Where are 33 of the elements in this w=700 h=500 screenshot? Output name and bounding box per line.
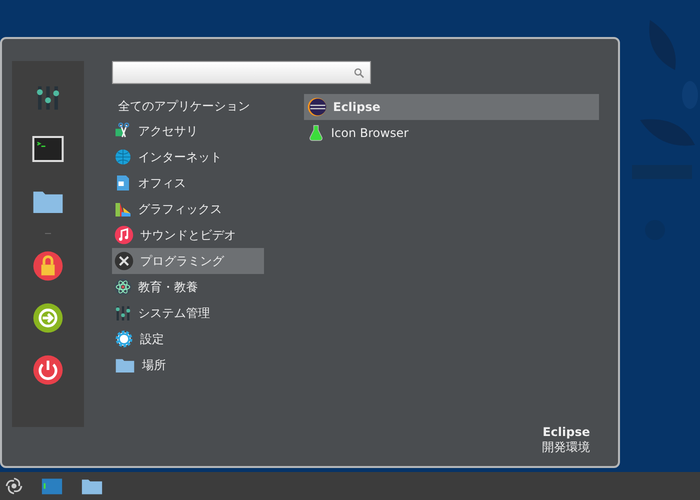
search-icon [353, 66, 365, 78]
terminal-icon [32, 133, 64, 165]
category-item[interactable]: オフィス [112, 170, 264, 196]
menu-icon [4, 476, 24, 496]
category-item[interactable]: 教育・教養 [112, 274, 264, 300]
category-item[interactable]: サウンドとビデオ [112, 222, 264, 248]
globe-icon [114, 148, 132, 166]
graphics-icon [114, 200, 132, 218]
flask-icon [307, 124, 325, 142]
document-icon [114, 174, 132, 192]
logout-icon [32, 302, 64, 334]
tools-icon [114, 251, 134, 271]
search-field[interactable] [112, 61, 371, 84]
category-item[interactable]: インターネット [112, 144, 264, 170]
gear-icon [114, 329, 134, 349]
app-item[interactable]: Icon Browser [304, 120, 599, 146]
category-item[interactable]: システム管理 [112, 300, 264, 326]
category-item[interactable]: アクセサリ [112, 118, 264, 144]
music-icon [114, 225, 134, 245]
power-icon [32, 354, 64, 386]
app-item[interactable]: Eclipse [304, 94, 599, 120]
atom-icon [114, 278, 132, 296]
category-item[interactable]: プログラミング [112, 248, 264, 274]
scissors-icon [114, 122, 132, 140]
category-item[interactable]: 設定 [112, 326, 264, 352]
category-item[interactable]: 全てのアプリケーション [112, 94, 264, 118]
category-item[interactable]: グラフィックス [112, 196, 264, 222]
eclipse-icon [307, 97, 327, 117]
category-item[interactable]: 場所 [112, 352, 264, 378]
app-description: 開発環境 [542, 440, 590, 454]
sliders-icon [114, 304, 132, 322]
app-name: Eclipse [542, 425, 590, 439]
lock-icon [32, 250, 64, 282]
